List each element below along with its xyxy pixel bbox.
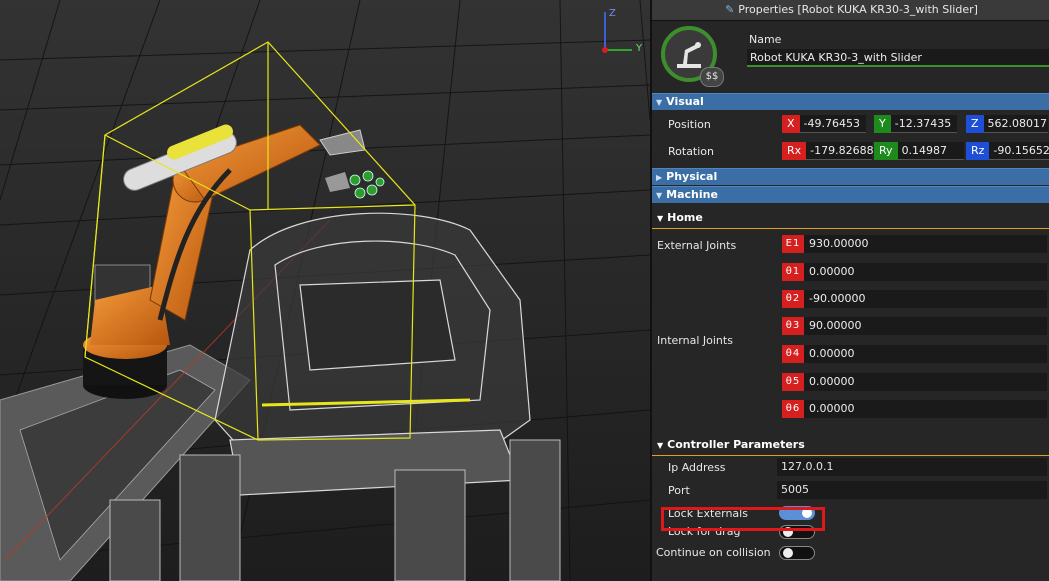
collapse-triangle-icon: ▼ [657, 441, 664, 450]
controller-title: Controller Parameters [667, 438, 805, 451]
position-row: Position X -49.76453 Y -12.37435 Z 562.0… [652, 110, 1049, 137]
joints-block: External Joints E1 930.00000 Internal Jo… [652, 229, 1049, 425]
ip-row: Ip Address 127.0.0.1 [652, 456, 1049, 479]
position-x-field[interactable]: X -49.76453 [782, 115, 866, 133]
port-input[interactable]: 5005 [777, 481, 1047, 499]
joint-theta4-value[interactable]: 0.00000 [804, 345, 1047, 363]
internal-joints-label: Internal Joints [657, 334, 733, 347]
ip-label: Ip Address [668, 461, 726, 474]
wrench-icon: ✎ [725, 3, 735, 16]
rotation-rx-value[interactable]: -179.82688 [806, 142, 874, 160]
joint-theta4[interactable]: θ4 0.00000 [782, 345, 1047, 363]
continue-collision-toggle[interactable] [779, 546, 815, 560]
collapse-triangle-icon: ▼ [657, 214, 664, 223]
subsection-home[interactable]: ▼ Home [652, 208, 1049, 229]
rotation-row: Rotation Rx -179.82688 Ry 0.14987 Rz -90… [652, 137, 1049, 164]
joint-theta3-value[interactable]: 90.00000 [804, 317, 1047, 335]
joint-theta6-tag: θ6 [782, 400, 804, 418]
logo-badge: $$ [700, 67, 724, 87]
joint-e1-tag: E1 [782, 235, 804, 253]
position-label: Position [668, 118, 711, 131]
joint-theta2-value[interactable]: -90.00000 [804, 290, 1047, 308]
object-header: $$ Name Robot KUKA KR30-3_with Slider [652, 21, 1049, 93]
port-row: Port 5005 [652, 479, 1049, 502]
joint-theta6[interactable]: θ6 0.00000 [782, 400, 1047, 418]
properties-panel: ✎ Properties [Robot KUKA KR30-3_with Slid… [650, 0, 1049, 581]
home-title: Home [667, 211, 703, 224]
continue-collision-label: Continue on collision [656, 546, 771, 559]
continue-collision-row: Continue on collision [652, 542, 1049, 564]
collapse-triangle-icon: ▼ [656, 98, 663, 107]
y-tag: Y [874, 115, 891, 133]
panel-titlebar: ✎ Properties [Robot KUKA KR30-3_with Slid… [652, 0, 1049, 21]
section-machine-label: Machine [666, 188, 718, 201]
joint-theta1[interactable]: θ1 0.00000 [782, 263, 1047, 281]
section-machine[interactable]: ▼ Machine [652, 186, 1049, 203]
expand-triangle-icon: ▶ [656, 173, 663, 182]
joint-e1[interactable]: E1 930.00000 [782, 235, 1047, 253]
3d-viewport[interactable]: Z Y [0, 0, 650, 581]
joint-theta2[interactable]: θ2 -90.00000 [782, 290, 1047, 308]
name-label: Name [749, 33, 782, 46]
rotation-rx-field[interactable]: Rx -179.82688 [782, 142, 874, 160]
logo-badge-text: $$ [705, 71, 719, 82]
collapse-triangle-icon: ▼ [656, 191, 663, 200]
z-tag: Z [966, 115, 984, 133]
section-visual-label: Visual [666, 95, 704, 108]
gizmo-z-label: Z [609, 8, 616, 19]
joint-e1-value[interactable]: 930.00000 [804, 235, 1047, 253]
subsection-controller[interactable]: ▼ Controller Parameters [652, 435, 1049, 456]
name-input[interactable]: Robot KUKA KR30-3_with Slider [747, 49, 1049, 67]
joint-theta2-tag: θ2 [782, 290, 804, 308]
rotation-rz-value[interactable]: -90.15652 [989, 142, 1049, 160]
position-x-value[interactable]: -49.76453 [799, 115, 866, 133]
rx-tag: Rx [782, 142, 807, 160]
ry-tag: Ry [874, 142, 898, 160]
gizmo-y-label: Y [636, 43, 643, 54]
rotation-ry-field[interactable]: Ry 0.14987 [874, 142, 964, 160]
highlight-annotation [661, 507, 825, 531]
position-z-field[interactable]: Z 562.08017 [966, 115, 1048, 133]
rotation-label: Rotation [668, 145, 715, 158]
joint-theta4-tag: θ4 [782, 345, 804, 363]
position-y-field[interactable]: Y -12.37435 [874, 115, 957, 133]
joint-theta6-value[interactable]: 0.00000 [804, 400, 1047, 418]
position-z-value[interactable]: 562.08017 [983, 115, 1048, 133]
external-joints-label: External Joints [657, 239, 737, 252]
panel-title: Properties [Robot KUKA KR30-3_with Slide… [738, 3, 978, 16]
rotation-ry-value[interactable]: 0.14987 [897, 142, 964, 160]
section-physical-label: Physical [666, 170, 718, 183]
rotation-rz-field[interactable]: Rz -90.15652 [966, 142, 1049, 160]
joint-theta3-tag: θ3 [782, 317, 804, 335]
port-label: Port [668, 484, 690, 497]
joint-theta1-value[interactable]: 0.00000 [804, 263, 1047, 281]
section-visual[interactable]: ▼ Visual [652, 93, 1049, 110]
position-y-value[interactable]: -12.37435 [890, 115, 957, 133]
ip-input[interactable]: 127.0.0.1 [777, 458, 1047, 476]
toggle-knob [783, 548, 793, 558]
joint-theta3[interactable]: θ3 90.00000 [782, 317, 1047, 335]
scene-render [0, 0, 650, 581]
joint-theta5-tag: θ5 [782, 373, 804, 391]
joint-theta1-tag: θ1 [782, 263, 804, 281]
joint-theta5-value[interactable]: 0.00000 [804, 373, 1047, 391]
car-body [214, 212, 531, 496]
joint-theta5[interactable]: θ5 0.00000 [782, 373, 1047, 391]
rz-tag: Rz [966, 142, 990, 160]
section-physical[interactable]: ▶ Physical [652, 168, 1049, 185]
x-tag: X [782, 115, 800, 133]
